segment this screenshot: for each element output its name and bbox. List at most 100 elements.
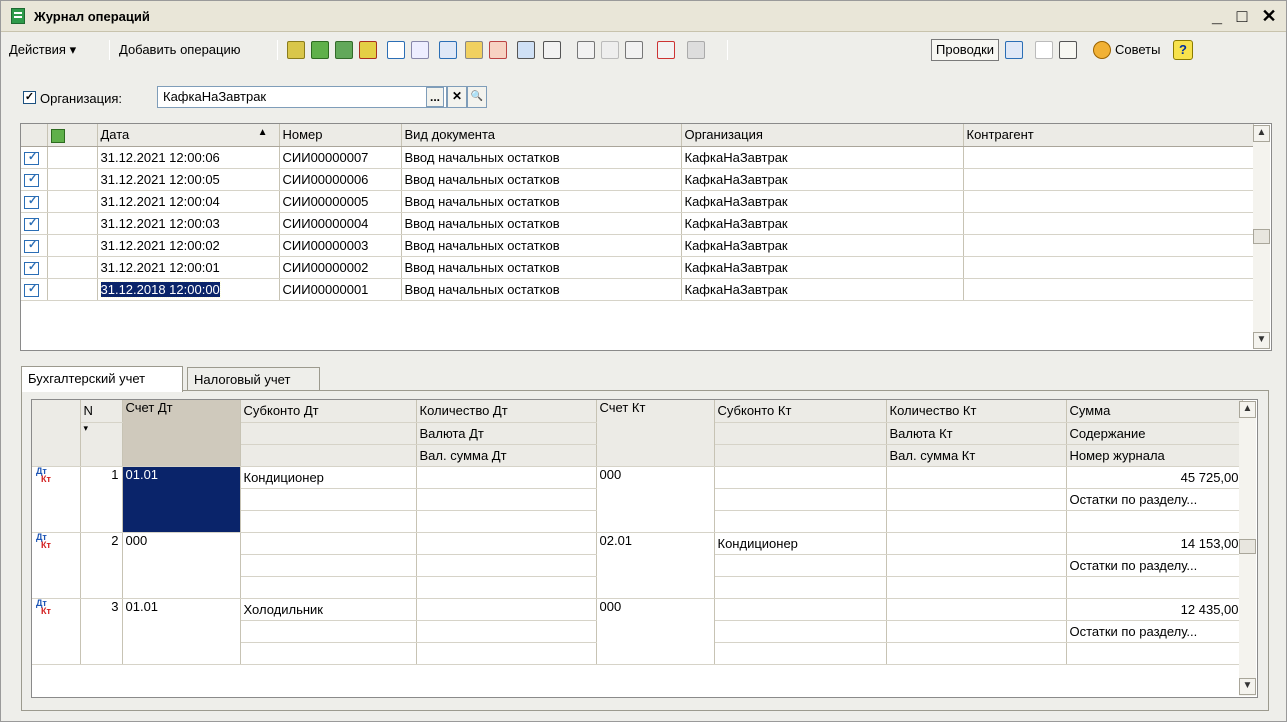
organization-input[interactable]: КафкаНаЗавтрак — [157, 86, 447, 108]
row-contractor[interactable] — [963, 146, 1254, 169]
sum-column-header[interactable]: Сумма — [1066, 400, 1243, 423]
content-column-header[interactable]: Содержание — [1066, 422, 1243, 445]
entries-scrollbar[interactable]: ▲ ▼ — [1239, 401, 1256, 696]
entry-content[interactable]: Остатки по разделу... — [1066, 488, 1243, 511]
row-number[interactable]: СИИ00000005 — [279, 190, 402, 213]
journal-row[interactable]: 31.12.2021 12:00:06СИИ00000007Ввод начал… — [21, 146, 1254, 169]
journal-row[interactable]: 31.12.2021 12:00:04СИИ00000005Ввод начал… — [21, 190, 1254, 213]
select-button[interactable]: ... — [426, 87, 444, 107]
sub-kt-column-header[interactable]: Субконто Кт — [714, 400, 887, 423]
cursum-kt-column-header[interactable]: Вал. сумма Кт — [886, 444, 1067, 467]
postings-button[interactable]: Проводки — [931, 39, 1000, 61]
row-contractor[interactable] — [963, 190, 1254, 213]
row-doc-type[interactable]: Ввод начальных остатков — [401, 190, 682, 213]
row-number[interactable]: СИИ00000007 — [279, 146, 402, 169]
scroll-up-icon[interactable]: ▲ — [1239, 401, 1256, 418]
entry-qty-kt[interactable] — [886, 598, 1067, 621]
find-icon[interactable] — [411, 41, 429, 59]
row-contractor[interactable] — [963, 256, 1254, 279]
tab-accounting[interactable]: Бухгалтерский учет — [21, 366, 183, 392]
actions-menu[interactable]: Действия ▾ — [5, 36, 80, 64]
entry-qty-dt[interactable] — [416, 466, 597, 489]
structure-icon[interactable] — [517, 41, 535, 59]
entry-sub-dt[interactable]: Холодильник — [240, 598, 417, 621]
scroll-thumb[interactable] — [1253, 229, 1270, 244]
n-column-header[interactable]: N — [80, 400, 123, 423]
row-doc-type[interactable]: Ввод начальных остатков — [401, 212, 682, 235]
row-number[interactable]: СИИ00000004 — [279, 212, 402, 235]
unpost-icon[interactable] — [489, 41, 507, 59]
cursum-dt-column-header[interactable]: Вал. сумма Дт — [416, 444, 597, 467]
row-date[interactable]: 31.12.2021 12:00:03 — [97, 212, 280, 235]
entry-acc-kt[interactable]: 000 — [596, 598, 715, 665]
copy-icon[interactable] — [335, 41, 353, 59]
row-number[interactable]: СИИ00000002 — [279, 256, 402, 279]
row-organization[interactable]: КафкаНаЗавтрак — [681, 146, 964, 169]
maximize-button[interactable]: □ — [1232, 6, 1252, 26]
date-column-header[interactable]: Дата ▲ — [97, 124, 280, 147]
journal-row[interactable]: 31.12.2021 12:00:02СИИ00000003Ввод начал… — [21, 234, 1254, 257]
scroll-down-icon[interactable]: ▼ — [1253, 332, 1270, 349]
minimize-button[interactable]: _ — [1207, 6, 1227, 26]
cur-kt-column-header[interactable]: Валюта Кт — [886, 422, 1067, 445]
journal-row[interactable]: 31.12.2021 12:00:01СИИ00000002Ввод начал… — [21, 256, 1254, 279]
tips-button[interactable]: Советы — [1111, 36, 1164, 64]
row-contractor[interactable] — [963, 212, 1254, 235]
entry-acc-kt[interactable]: 02.01 — [596, 532, 715, 599]
entry-acc-kt[interactable]: 000 — [596, 466, 715, 533]
based-on-icon[interactable] — [687, 41, 705, 59]
entry-sub-kt[interactable] — [714, 598, 887, 621]
post-icon[interactable] — [465, 41, 483, 59]
row-organization[interactable]: КафкаНаЗавтрак — [681, 168, 964, 191]
close-button[interactable]: ✕ — [1259, 6, 1279, 26]
entry-n[interactable]: 1 — [80, 466, 123, 533]
contractor-column-header[interactable]: Контрагент — [963, 124, 1254, 147]
clear-button[interactable]: ✕ — [447, 86, 467, 108]
entry-acc-dt[interactable]: 01.01 — [122, 598, 241, 665]
cur-dt-column-header[interactable]: Валюта Дт — [416, 422, 597, 445]
entry-qty-dt[interactable] — [416, 598, 597, 621]
row-date[interactable]: 31.12.2018 12:00:00 — [99, 280, 221, 298]
row-contractor[interactable] — [963, 234, 1254, 257]
entry-sum[interactable]: 12 435,00 — [1066, 598, 1243, 621]
journal-row[interactable]: 31.12.2021 12:00:03СИИ00000004Ввод начал… — [21, 212, 1254, 235]
scroll-down-icon[interactable]: ▼ — [1239, 678, 1256, 695]
entry-sub-dt[interactable] — [240, 532, 417, 555]
entry-n[interactable]: 2 — [80, 532, 123, 599]
go-to-icon[interactable] — [439, 41, 457, 59]
journal-row[interactable]: 31.12.2021 12:00:05СИИ00000006Ввод начал… — [21, 168, 1254, 191]
row-organization[interactable]: КафкаНаЗавтрак — [681, 278, 964, 301]
entry-acc-dt[interactable]: 000 — [122, 532, 241, 599]
row-doc-type[interactable]: Ввод начальных остатков — [401, 278, 682, 301]
row-doc-type[interactable]: Ввод начальных остатков — [401, 234, 682, 257]
open-search-icon[interactable]: 🔍 — [467, 86, 487, 108]
journal-no-column-header[interactable]: Номер журнала — [1066, 444, 1243, 467]
clear-filter-icon[interactable] — [657, 41, 675, 59]
row-number[interactable]: СИИ00000003 — [279, 234, 402, 257]
help-button[interactable]: ? — [1173, 40, 1193, 60]
row-organization[interactable]: КафкаНаЗавтрак — [681, 256, 964, 279]
tips-icon[interactable] — [1093, 41, 1111, 59]
row-doc-type[interactable]: Ввод начальных остатков — [401, 168, 682, 191]
entry-row[interactable]: Дт Кт 3 01.01 Холодильник 000 12 435,00 — [32, 598, 1243, 665]
tab-tax[interactable]: Налоговый учет — [187, 367, 320, 391]
row-contractor[interactable] — [963, 168, 1254, 191]
filter-list-icon[interactable] — [625, 41, 643, 59]
row-date[interactable]: 31.12.2021 12:00:05 — [97, 168, 280, 191]
refresh-icon[interactable] — [1005, 41, 1023, 59]
add-operation-button[interactable]: Добавить операцию — [115, 36, 244, 64]
sub-dt-column-header[interactable]: Субконто Дт — [240, 400, 417, 423]
entry-qty-dt[interactable] — [416, 532, 597, 555]
entry-acc-dt[interactable]: 01.01 — [122, 466, 241, 533]
entry-sum[interactable]: 14 153,00 — [1066, 532, 1243, 555]
row-doc-type[interactable]: Ввод начальных остатков — [401, 256, 682, 279]
row-organization[interactable]: КафкаНаЗавтрак — [681, 190, 964, 213]
filter-icon[interactable] — [577, 41, 595, 59]
row-date[interactable]: 31.12.2021 12:00:01 — [97, 256, 280, 279]
row-doc-type[interactable]: Ввод начальных остатков — [401, 146, 682, 169]
add-group-icon[interactable] — [311, 41, 329, 59]
entry-content[interactable]: Остатки по разделу... — [1066, 554, 1243, 577]
entry-sub-dt[interactable]: Кондиционер — [240, 466, 417, 489]
posted-column-header[interactable] — [47, 124, 98, 147]
acc-dt-column-header[interactable]: Счет Дт — [122, 400, 241, 467]
